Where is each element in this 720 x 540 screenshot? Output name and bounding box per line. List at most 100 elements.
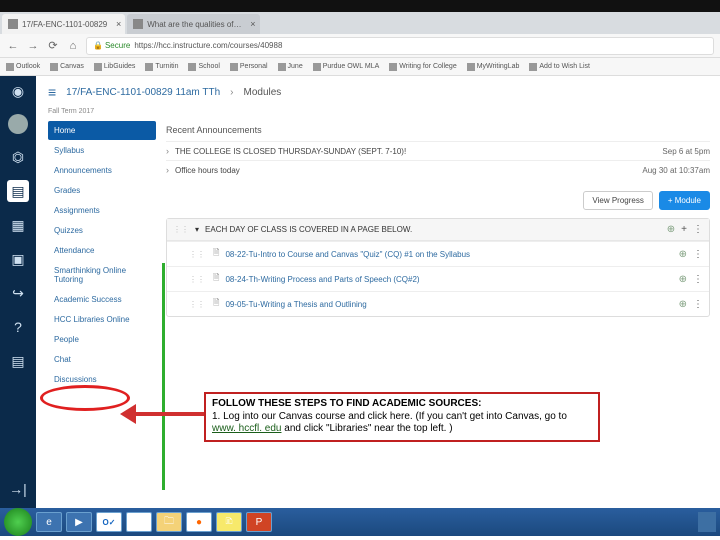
bookmark-item[interactable]: School — [188, 63, 219, 71]
announcement-row[interactable]: › Office hours today Aug 30 at 10:37am — [166, 160, 710, 179]
bookmark-item[interactable]: LibGuides — [94, 63, 136, 71]
taskbar-explorer-icon[interactable]: 🗀 — [156, 512, 182, 532]
taskbar-chrome-icon[interactable]: ◉ — [126, 512, 152, 532]
module-green-indicator — [162, 263, 165, 490]
browser-tab-active[interactable]: 17/FA-ENC-1101-00829 × — [2, 14, 125, 34]
drag-handle-icon[interactable]: ⋮⋮ — [173, 225, 189, 234]
taskbar-media-icon[interactable]: ▶ — [66, 512, 92, 532]
bookmark-item[interactable]: Writing for College — [389, 63, 456, 71]
tab-close-icon[interactable]: × — [116, 19, 121, 29]
view-progress-button[interactable]: View Progress — [583, 191, 652, 210]
bookmarks-bar: Outlook Canvas LibGuides Turnitin School… — [0, 58, 720, 76]
main-content: Recent Announcements › THE COLLEGE IS CL… — [156, 115, 720, 508]
add-module-button[interactable]: + Module — [659, 191, 710, 210]
module-item[interactable]: ⋮⋮ 🗎 08-22-Tu-Intro to Course and Canvas… — [167, 241, 709, 266]
bookmark-item[interactable]: Add to Wish List — [529, 63, 590, 71]
browser-tab[interactable]: What are the qualities of… × — [127, 14, 259, 34]
nav-reload-icon[interactable]: ⟳ — [46, 39, 60, 53]
drag-handle-icon[interactable]: ⋮⋮ — [189, 300, 205, 309]
collapse-nav-icon[interactable]: →| — [7, 478, 29, 500]
chevron-right-icon: › — [166, 165, 169, 175]
breadcrumb-separator: › — [230, 87, 233, 98]
publish-icon[interactable]: ⊕ — [679, 299, 687, 310]
drag-handle-icon[interactable]: ⋮⋮ — [189, 275, 205, 284]
course-nav-smarthinking[interactable]: Smarthinking Online Tutoring — [48, 261, 156, 289]
taskbar-outlook-icon[interactable]: O✓ — [96, 512, 122, 532]
chevron-right-icon: › — [166, 146, 169, 156]
lock-icon: 🔒Secure — [93, 41, 130, 50]
item-settings-icon[interactable]: ⋮ — [693, 274, 703, 285]
publish-icon[interactable]: ⊕ — [667, 224, 675, 235]
course-nav-chat[interactable]: Chat — [48, 350, 156, 369]
module-item-title: 08-22-Tu-Intro to Course and Canvas "Qui… — [225, 250, 470, 259]
address-bar: ← → ⟳ ⌂ 🔒Secure https://hcc.instructure.… — [0, 34, 720, 58]
tab-close-icon[interactable]: × — [250, 19, 255, 29]
commons-icon[interactable]: ↪ — [7, 282, 29, 304]
module-title: EACH DAY OF CLASS IS COVERED IN A PAGE B… — [205, 225, 661, 234]
course-nav-hcc-libraries[interactable]: HCC Libraries Online — [48, 310, 156, 329]
nav-forward-icon[interactable]: → — [26, 39, 40, 53]
help-icon[interactable]: ? — [7, 316, 29, 338]
taskbar-ie-icon[interactable]: e — [36, 512, 62, 532]
dashboard-icon[interactable]: ⏣ — [7, 146, 29, 168]
publish-icon[interactable]: ⊕ — [679, 249, 687, 260]
item-settings-icon[interactable]: ⋮ — [693, 249, 703, 260]
module: ⋮⋮ ▾ EACH DAY OF CLASS IS COVERED IN A P… — [166, 218, 710, 317]
add-item-icon[interactable]: + — [681, 224, 687, 235]
course-nav-discussions[interactable]: Discussions — [48, 370, 156, 389]
course-nav-announcements[interactable]: Announcements — [48, 161, 156, 180]
calendar-icon[interactable]: ▦ — [7, 214, 29, 236]
canvas-app: ◉ ⏣ ▤ ▦ ▣ ↪ ? ▤ →| ≡ 17/FA-ENC-1101-0082… — [0, 76, 720, 508]
bookmark-item[interactable]: June — [278, 63, 303, 71]
library-icon[interactable]: ▤ — [7, 350, 29, 372]
announcement-title: THE COLLEGE IS CLOSED THURSDAY-SUNDAY (S… — [175, 147, 406, 156]
breadcrumb-course[interactable]: 17/FA-ENC-1101-00829 11am TTh — [66, 87, 220, 98]
course-nav-assignments[interactable]: Assignments — [48, 201, 156, 220]
course-nav-home[interactable]: Home — [48, 121, 156, 140]
item-settings-icon[interactable]: ⋮ — [693, 299, 703, 310]
bookmark-item[interactable]: Personal — [230, 63, 268, 71]
drag-handle-icon[interactable]: ⋮⋮ — [189, 250, 205, 259]
breadcrumb: ≡ 17/FA-ENC-1101-00829 11am TTh › Module… — [36, 76, 720, 108]
inbox-icon[interactable]: ▣ — [7, 248, 29, 270]
tab-title: What are the qualities of… — [147, 20, 241, 29]
account-avatar-icon[interactable] — [8, 114, 28, 134]
url-field[interactable]: 🔒Secure https://hcc.instructure.com/cour… — [86, 37, 714, 55]
announcements-heading: Recent Announcements — [166, 125, 710, 135]
publish-icon[interactable]: ⊕ — [679, 274, 687, 285]
module-header[interactable]: ⋮⋮ ▾ EACH DAY OF CLASS IS COVERED IN A P… — [167, 219, 709, 241]
start-button[interactable] — [4, 508, 32, 536]
course-nav-people[interactable]: People — [48, 330, 156, 349]
taskbar-notes-icon[interactable]: 🗈 — [216, 512, 242, 532]
module-item-title: 08-24-Th-Writing Process and Parts of Sp… — [225, 275, 419, 284]
course-nav-attendance[interactable]: Attendance — [48, 241, 156, 260]
windows-taskbar: e ▶ O✓ ◉ 🗀 ● 🗈 P — [0, 508, 720, 536]
course-nav-grades[interactable]: Grades — [48, 181, 156, 200]
term-label: Fall Term 2017 — [36, 108, 720, 115]
course-nav-quizzes[interactable]: Quizzes — [48, 221, 156, 240]
taskbar-powerpoint-icon[interactable]: P — [246, 512, 272, 532]
hamburger-icon[interactable]: ≡ — [48, 84, 56, 100]
caret-down-icon[interactable]: ▾ — [195, 225, 199, 234]
bookmark-item[interactable]: MyWritingLab — [467, 63, 520, 71]
nav-back-icon[interactable]: ← — [6, 39, 20, 53]
canvas-logo-icon[interactable]: ◉ — [7, 80, 29, 102]
system-tray[interactable] — [698, 512, 716, 532]
module-settings-icon[interactable]: ⋮ — [693, 224, 703, 235]
module-item[interactable]: ⋮⋮ 🗎 09-05-Tu-Writing a Thesis and Outli… — [167, 291, 709, 316]
courses-icon[interactable]: ▤ — [7, 180, 29, 202]
nav-home-icon[interactable]: ⌂ — [66, 39, 80, 53]
bookmark-item[interactable]: Canvas — [50, 63, 84, 71]
course-nav-academic-success[interactable]: Academic Success — [48, 290, 156, 309]
bookmark-item[interactable]: Outlook — [6, 63, 40, 71]
taskbar-firefox-icon[interactable]: ● — [186, 512, 212, 532]
bookmark-item[interactable]: Turnitin — [145, 63, 178, 71]
callout-text: 1. Log into our Canvas course and click … — [212, 411, 567, 435]
callout-link[interactable]: www. hccfl. edu — [212, 423, 281, 434]
global-nav: ◉ ⏣ ▤ ▦ ▣ ↪ ? ▤ →| — [0, 76, 36, 508]
course-nav-syllabus[interactable]: Syllabus — [48, 141, 156, 160]
module-actions: View Progress + Module — [166, 191, 710, 210]
module-item[interactable]: ⋮⋮ 🗎 08-24-Th-Writing Process and Parts … — [167, 266, 709, 291]
bookmark-item[interactable]: Purdue OWL MLA — [313, 63, 380, 71]
announcement-row[interactable]: › THE COLLEGE IS CLOSED THURSDAY-SUNDAY … — [166, 141, 710, 160]
